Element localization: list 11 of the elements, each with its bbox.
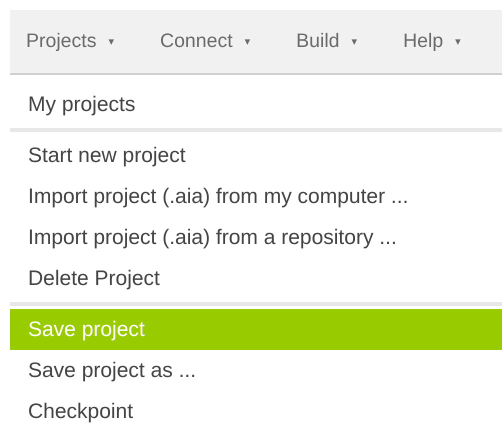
menu-button[interactable]: Build ▾ (296, 22, 358, 62)
menu-button[interactable]: Projects ▾ (26, 22, 114, 62)
menu-item[interactable]: Delete Project (10, 258, 502, 299)
menu-item[interactable]: Start new project (10, 135, 502, 176)
menu-item[interactable]: My projects (10, 84, 502, 125)
menu-item[interactable]: Import project (.aia) from my computer ... (10, 176, 502, 217)
menu-item[interactable]: Checkpoint (10, 391, 502, 432)
menu-button[interactable]: Help ▾ (403, 22, 461, 62)
menu-item[interactable]: Save project as ... (10, 350, 502, 391)
menu-button[interactable]: Connect ▾ (160, 22, 250, 62)
menu-item[interactable]: Import project (.aia) from a repository ... (10, 217, 502, 258)
